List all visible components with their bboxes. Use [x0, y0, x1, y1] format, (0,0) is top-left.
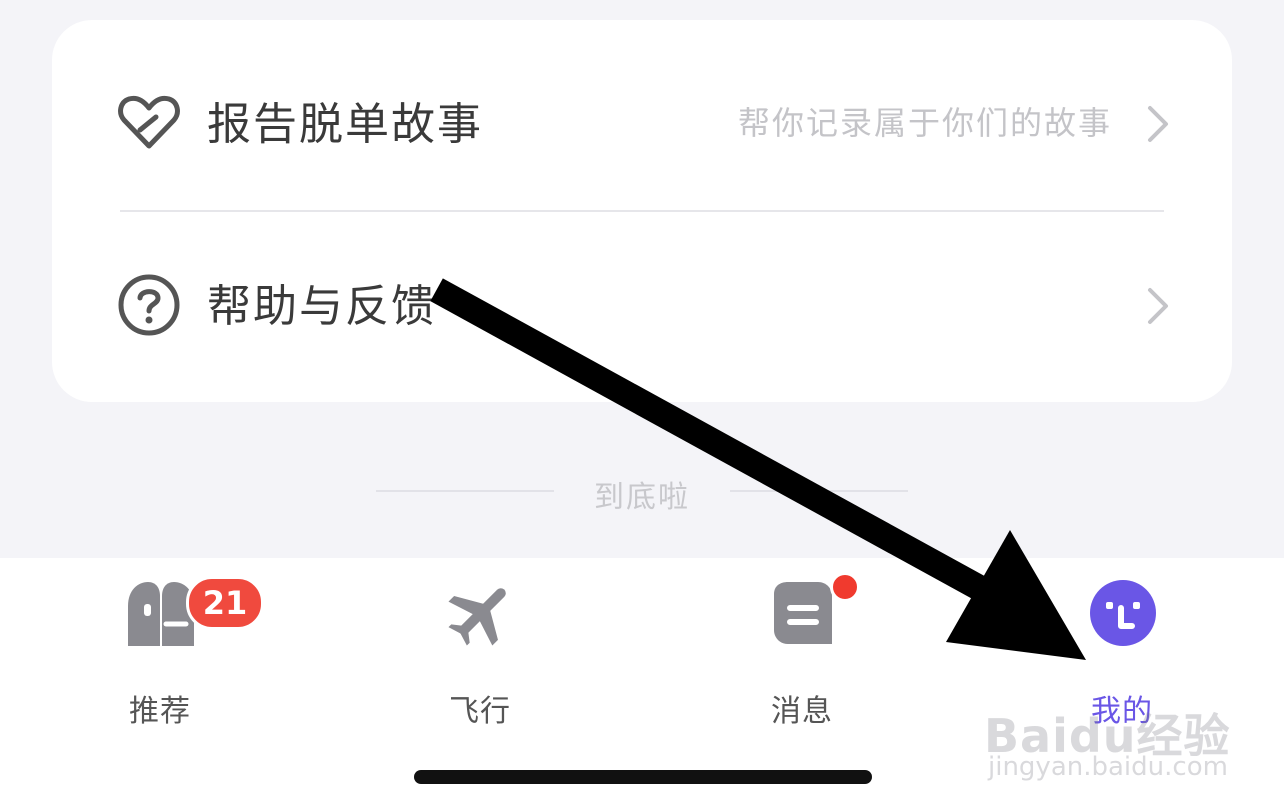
profile-face-icon [1090, 580, 1156, 646]
airplane-icon [448, 588, 506, 646]
home-indicator [414, 770, 872, 784]
baidu-watermark: Baidu经验 jingyan.baidu.com [984, 700, 1230, 790]
tab-label: 消息 [771, 694, 833, 729]
tab-label: 飞行 [449, 694, 511, 729]
help-feedback-label: 帮助与反馈 [207, 281, 437, 332]
message-icon [774, 582, 832, 644]
report-story-row[interactable]: 报告脱单故事 帮你记录属于你们的故事 [52, 30, 1232, 210]
watermark-url: jingyan.baidu.com [988, 752, 1228, 782]
tab-profile[interactable]: 我的 [1052, 578, 1192, 729]
tab-label: 推荐 [129, 694, 191, 729]
heart-icon [118, 95, 180, 149]
tab-recommend[interactable]: 21 推荐 [90, 576, 264, 729]
question-circle-icon [118, 274, 180, 336]
unread-dot [830, 572, 860, 602]
notification-count-badge: 21 [186, 576, 264, 630]
note-line-right [730, 490, 908, 492]
tab-flight[interactable]: 飞行 [410, 578, 550, 729]
chevron-right-icon [1148, 288, 1168, 324]
end-of-list-text: 到底啦 [594, 480, 690, 515]
tab-messages[interactable]: 消息 [732, 572, 872, 729]
help-feedback-row[interactable]: 帮助与反馈 [52, 212, 1232, 392]
note-line-left [376, 490, 554, 492]
report-story-hint: 帮你记录属于你们的故事 [737, 104, 1112, 142]
recommend-icon [128, 582, 194, 646]
end-of-list-note: 到底啦 [0, 470, 1284, 515]
report-story-label: 报告脱单故事 [207, 99, 483, 150]
settings-card: 报告脱单故事 帮你记录属于你们的故事 帮助与反馈 [52, 20, 1232, 402]
chevron-right-icon [1148, 106, 1168, 142]
